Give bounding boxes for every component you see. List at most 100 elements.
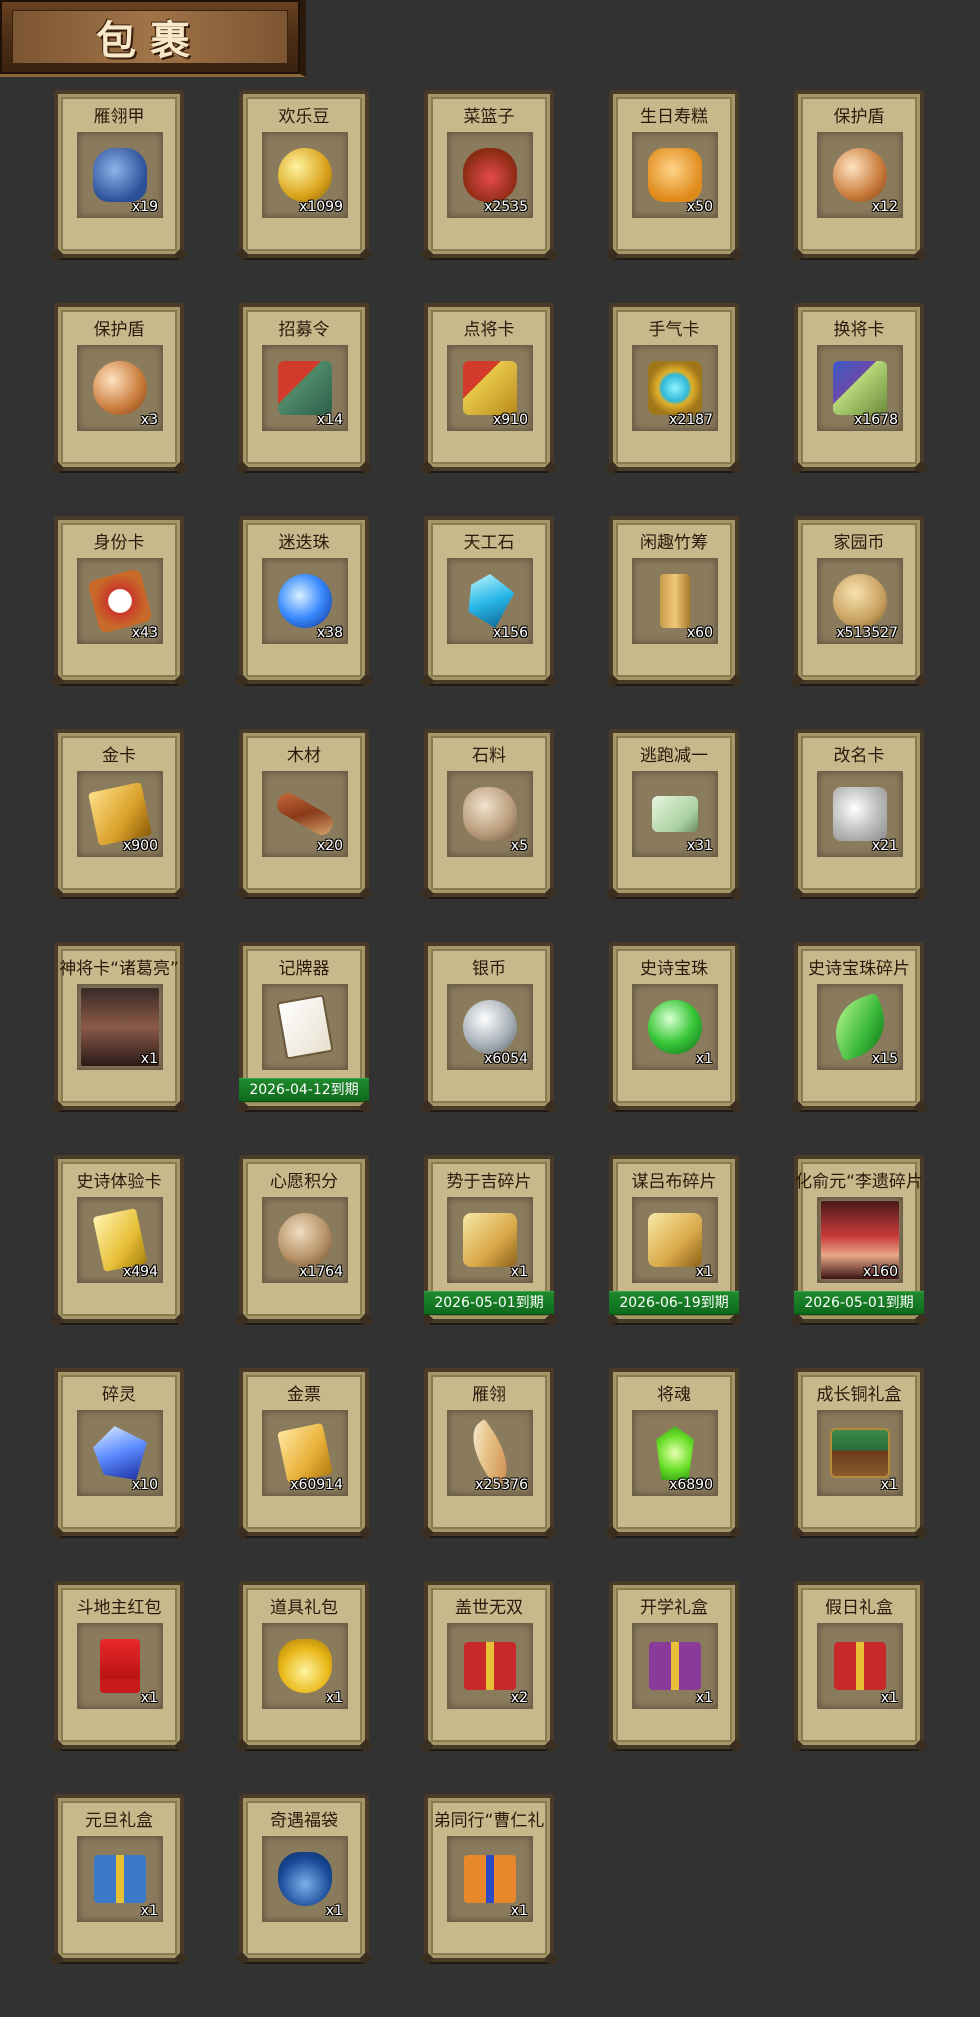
item-name: 雁翎 xyxy=(472,1385,506,1405)
green-soul-icon xyxy=(656,1426,694,1480)
item-quantity: x494 xyxy=(122,1264,158,1280)
inventory-item[interactable]: 家园币 x513527 xyxy=(794,516,924,684)
item-icon-frame: x910 xyxy=(447,345,533,431)
inventory-item[interactable]: 天工石 x156 xyxy=(424,516,554,684)
item-icon-frame: x1 xyxy=(632,1623,718,1709)
red-packet-icon xyxy=(100,1639,140,1693)
item-name: 元旦礼盒 xyxy=(85,1811,153,1831)
inventory-item[interactable]: 假日礼盒 x1 xyxy=(794,1581,924,1749)
inventory-item[interactable]: 道具礼包 x1 xyxy=(239,1581,369,1749)
item-name: 招募令 xyxy=(278,320,330,340)
inventory-item[interactable]: 盖世无双 x2 xyxy=(424,1581,554,1749)
item-icon-frame: x25376 xyxy=(447,1410,533,1496)
home-coin-icon xyxy=(833,574,887,628)
item-name: 开学礼盒 xyxy=(640,1598,708,1618)
inventory-item[interactable]: 神将卡“诸葛亮” x1 xyxy=(54,942,184,1110)
inventory-item[interactable]: 改名卡 x21 xyxy=(794,729,924,897)
header-banner: 包裹 xyxy=(12,10,288,64)
expiry-banner: 2026-06-19到期 xyxy=(609,1291,739,1315)
inventory-item[interactable]: 弟同行“曹仁礼 x1 xyxy=(424,1794,554,1962)
item-quantity: x3 xyxy=(140,412,158,428)
inventory-item[interactable]: 迷迭珠 x38 xyxy=(239,516,369,684)
inventory-item[interactable]: 菜篮子 x2535 xyxy=(424,90,554,258)
inventory-item[interactable]: 石料 x5 xyxy=(424,729,554,897)
expiry-banner: 2026-05-01到期 xyxy=(424,1291,554,1315)
inventory-item[interactable]: 开学礼盒 x1 xyxy=(609,1581,739,1749)
item-quantity: x25376 xyxy=(475,1477,528,1493)
inventory-item[interactable]: 生日寿糕 x50 xyxy=(609,90,739,258)
item-name: 保护盾 xyxy=(93,320,145,340)
inventory-item[interactable]: 手气卡 x2187 xyxy=(609,303,739,471)
cyan-crystal-icon xyxy=(468,574,515,628)
inventory-item[interactable]: 闲趣竹筹 x60 xyxy=(609,516,739,684)
item-name: 假日礼盒 xyxy=(825,1598,893,1618)
inventory-item[interactable]: 记牌器 2026-04-12到期 xyxy=(239,942,369,1110)
gift-box-icon xyxy=(649,1642,701,1690)
inventory-item[interactable]: 招募令 x14 xyxy=(239,303,369,471)
item-quantity: x2535 xyxy=(484,199,528,215)
inventory-item[interactable]: 保护盾 x12 xyxy=(794,90,924,258)
inventory-item[interactable]: 奇遇福袋 x1 xyxy=(239,1794,369,1962)
item-quantity: x1 xyxy=(695,1051,713,1067)
bamboo-tally-icon xyxy=(660,574,690,628)
item-icon-frame: x15 xyxy=(817,984,903,1070)
item-quantity: x2187 xyxy=(669,412,713,428)
inventory-item[interactable]: 金票 x60914 xyxy=(239,1368,369,1536)
blue-crystal-icon xyxy=(93,1426,147,1480)
item-icon-frame: x1 xyxy=(77,1836,163,1922)
inventory-item[interactable]: 史诗宝珠 x1 xyxy=(609,942,739,1110)
inventory-item[interactable]: 史诗宝珠碎片 x15 xyxy=(794,942,924,1110)
inventory-item[interactable]: 斗地主红包 x1 xyxy=(54,1581,184,1749)
inventory-item[interactable]: 金卡 x900 xyxy=(54,729,184,897)
stone-icon xyxy=(463,787,517,841)
silver-coin-icon xyxy=(463,1000,517,1054)
green-orb-icon xyxy=(648,1000,702,1054)
item-quantity: x1 xyxy=(695,1264,713,1280)
item-icon-frame: x6054 xyxy=(447,984,533,1070)
inventory-item[interactable]: 史诗体验卡 x494 xyxy=(54,1155,184,1323)
item-icon-frame: x19 xyxy=(77,132,163,218)
item-name: 点将卡 xyxy=(463,320,515,340)
item-icon-frame: x1 xyxy=(632,1197,718,1283)
inventory-item[interactable]: 将魂 x6890 xyxy=(609,1368,739,1536)
item-name: 碎灵 xyxy=(102,1385,136,1405)
inventory-item[interactable]: 心愿积分 x1764 xyxy=(239,1155,369,1323)
inventory-item[interactable]: 谋吕布碎片 x1 2026-06-19到期 xyxy=(609,1155,739,1323)
inventory-item[interactable]: 欢乐豆 x1099 xyxy=(239,90,369,258)
inventory-item[interactable]: 逃跑减一 x31 xyxy=(609,729,739,897)
card-counter-icon xyxy=(276,994,334,1060)
item-icon-frame: x12 xyxy=(817,132,903,218)
item-quantity: x1 xyxy=(140,1051,158,1067)
inventory-item[interactable]: 身份卡 x43 xyxy=(54,516,184,684)
item-quantity: x21 xyxy=(871,838,898,854)
inventory-item[interactable]: 雁翎甲 x19 xyxy=(54,90,184,258)
inventory-item[interactable]: 碎灵 x10 xyxy=(54,1368,184,1536)
item-quantity: x1 xyxy=(325,1903,343,1919)
item-name: 史诗宝珠碎片 xyxy=(808,959,910,979)
jade-tag-icon xyxy=(652,796,698,832)
inventory-grid: 雁翎甲 x19 欢乐豆 x1099 菜篮子 x2535 生日寿糕 x50 保护盾 x12 保护盾 x3… xyxy=(54,90,934,1962)
inventory-item[interactable]: 保护盾 x3 xyxy=(54,303,184,471)
shield-icon xyxy=(93,361,147,415)
gift-box-icon xyxy=(94,1855,146,1903)
item-quantity: x43 xyxy=(131,625,158,641)
item-icon-frame: x513527 xyxy=(817,558,903,644)
item-name: 史诗宝珠 xyxy=(640,959,708,979)
page-title: 包裹 xyxy=(96,17,204,64)
gold-beans-icon xyxy=(278,148,332,202)
inventory-item[interactable]: 化俞元“李遗碎片 x160 2026-05-01到期 xyxy=(794,1155,924,1323)
inventory-item[interactable]: 木材 x20 xyxy=(239,729,369,897)
item-quantity: x160 xyxy=(862,1264,898,1280)
vegetable-basket-icon xyxy=(463,148,517,202)
item-icon-frame: x900 xyxy=(77,771,163,857)
inventory-item[interactable]: 成长铜礼盒 x1 xyxy=(794,1368,924,1536)
item-name: 弟同行“曹仁礼 xyxy=(433,1811,545,1831)
inventory-item[interactable]: 点将卡 x910 xyxy=(424,303,554,471)
inventory-item[interactable]: 元旦礼盒 x1 xyxy=(54,1794,184,1962)
inventory-item[interactable]: 银币 x6054 xyxy=(424,942,554,1110)
item-quantity: x12 xyxy=(871,199,898,215)
inventory-item[interactable]: 势于吉碎片 x1 2026-05-01到期 xyxy=(424,1155,554,1323)
item-icon-frame: x2535 xyxy=(447,132,533,218)
inventory-item[interactable]: 换将卡 x1678 xyxy=(794,303,924,471)
inventory-item[interactable]: 雁翎 x25376 xyxy=(424,1368,554,1536)
